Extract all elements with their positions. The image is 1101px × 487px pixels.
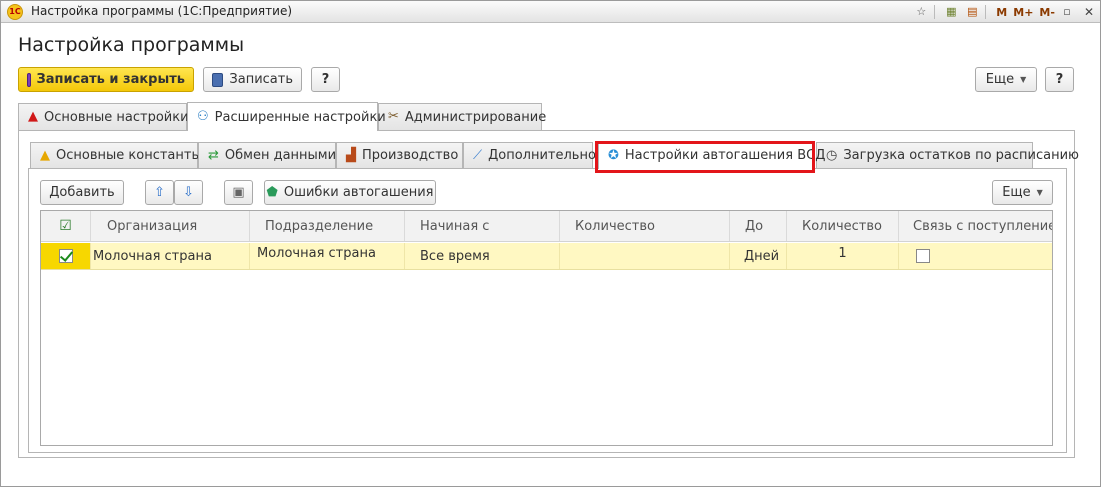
table-row[interactable]: Молочная страна Молочная страна Все врем… xyxy=(41,243,1052,270)
title-bar-tools: ☆ ▦ ▤ M M+ M- ▫ ✕ xyxy=(909,1,1100,23)
floppy-icon xyxy=(27,72,31,87)
highlight-frame xyxy=(595,141,815,173)
divider xyxy=(934,5,936,19)
chevron-down-icon: ▼ xyxy=(1036,188,1043,197)
save-label: Записать xyxy=(229,72,293,87)
tab-label: Администрирование xyxy=(404,109,547,125)
arrow-up-icon: ⇧ xyxy=(154,185,165,200)
warning-icon: ▲ xyxy=(28,109,38,124)
subtab-basic-constants[interactable]: ▲ Основные константы xyxy=(30,142,202,168)
table-header: ☑ Организация Подразделение Начиная с Ко… xyxy=(41,211,1052,242)
column-until[interactable]: До xyxy=(730,211,787,241)
move-up-button[interactable]: ⇧ xyxy=(145,180,174,205)
exchange-icon: ⇄ xyxy=(208,147,219,163)
column-department[interactable]: Подразделение xyxy=(250,211,405,241)
more-label: Еще xyxy=(985,72,1015,87)
subtab-label: Обмен данными xyxy=(224,148,337,163)
column-quantity-until[interactable]: Количество xyxy=(787,211,899,241)
calculator-icon[interactable]: ▦ xyxy=(942,4,960,20)
chevron-down-icon: ▼ xyxy=(1020,75,1027,84)
calendar-icon[interactable]: ▤ xyxy=(963,4,981,20)
autoclose-errors-label: Ошибки автогашения xyxy=(283,185,434,200)
more-button[interactable]: Еще ▼ xyxy=(975,67,1037,92)
subtab-scheduled-balance-load[interactable]: ◷ Загрузка остатков по расписанию xyxy=(816,142,1079,168)
cell-starting-from[interactable]: Все время xyxy=(405,243,560,269)
save-and-close-label: Записать и закрыть xyxy=(36,72,185,87)
subtab-label: Дополнительно xyxy=(488,148,596,163)
subtab-additional[interactable]: ⟋ Дополнительно xyxy=(463,142,596,168)
window-title: Настройка программы (1С:Предприятие) xyxy=(31,4,293,18)
memory-button[interactable]: M xyxy=(996,6,1007,19)
subtab-label: Загрузка остатков по расписанию xyxy=(843,148,1080,163)
move-down-button[interactable]: ⇩ xyxy=(174,180,203,205)
settings-table: ☑ Организация Подразделение Начиная с Ко… xyxy=(40,210,1053,446)
cell-quantity-until[interactable]: 1 xyxy=(787,243,899,269)
floppy-icon xyxy=(212,72,224,87)
cell-department[interactable]: Молочная страна xyxy=(250,243,405,269)
syringe-icon: ⟋ xyxy=(473,147,483,163)
help-button-right[interactable]: ? xyxy=(1045,67,1074,92)
tab-administration[interactable]: ✂ Администрирование xyxy=(378,103,546,130)
column-enabled[interactable]: ☑ xyxy=(41,211,91,241)
cell-organization[interactable]: Молочная страна xyxy=(91,243,250,269)
shield-icon: ⬟ xyxy=(266,184,278,200)
tab-advanced-settings[interactable]: ⚇ Расширенные настройки xyxy=(187,102,386,131)
table-more-button[interactable]: Еще ▼ xyxy=(992,180,1053,205)
1c-logo-icon: 1С xyxy=(7,4,23,20)
subtab-data-exchange[interactable]: ⇄ Обмен данными xyxy=(198,142,336,168)
warning-icon: ▲ xyxy=(40,147,50,163)
page-title: Настройка программы xyxy=(18,34,245,56)
column-quantity-from[interactable]: Количество xyxy=(560,211,730,241)
tab-label: Расширенные настройки xyxy=(214,109,386,125)
column-link-to-receipt[interactable]: Связь с поступлением xyxy=(899,211,1052,241)
checkbox-list-icon: ☑ xyxy=(59,218,72,234)
memory-plus-button[interactable]: M+ xyxy=(1013,6,1033,19)
arrow-down-icon: ⇩ xyxy=(183,185,194,200)
app-window: 1С Настройка программы (1С:Предприятие) … xyxy=(0,0,1101,487)
subtab-production[interactable]: ▟ Производство xyxy=(336,142,463,168)
row-enabled-cell[interactable] xyxy=(41,243,91,269)
cell-until[interactable]: Дней xyxy=(730,243,787,269)
tab-label: Основные настройки xyxy=(44,109,189,125)
subtab-label: Производство xyxy=(362,148,459,163)
minimize-icon[interactable]: ▫ xyxy=(1058,4,1076,20)
divider xyxy=(985,5,987,19)
link-to-receipt-checkbox[interactable] xyxy=(916,249,930,263)
clock-icon: ◷ xyxy=(826,147,838,163)
memory-minus-button[interactable]: M- xyxy=(1039,6,1055,19)
help-button[interactable]: ? xyxy=(311,67,340,92)
table-more-label: Еще xyxy=(1002,185,1031,200)
column-starting-from[interactable]: Начиная с xyxy=(405,211,560,241)
star-icon[interactable]: ☆ xyxy=(912,4,930,20)
tab-main-settings[interactable]: ▲ Основные настройки xyxy=(18,103,189,130)
tools-icon: ✂ xyxy=(388,109,399,124)
settings-button[interactable]: ▣ xyxy=(224,180,253,205)
network-icon: ⚇ xyxy=(197,109,209,124)
factory-icon: ▟ xyxy=(346,147,356,163)
enabled-checkbox[interactable] xyxy=(58,249,73,263)
save-and-close-button[interactable]: Записать и закрыть xyxy=(18,67,194,92)
column-organization[interactable]: Организация xyxy=(91,211,250,241)
disk-settings-icon: ▣ xyxy=(232,185,245,200)
title-bar: 1С Настройка программы (1С:Предприятие) … xyxy=(1,1,1100,23)
subtab-label: Основные константы xyxy=(56,148,202,163)
add-button[interactable]: Добавить xyxy=(40,180,124,205)
cell-link-to-receipt[interactable] xyxy=(899,243,1052,269)
cell-quantity-from[interactable] xyxy=(560,243,730,269)
close-icon[interactable]: ✕ xyxy=(1084,5,1094,19)
autoclose-errors-button[interactable]: ⬟ Ошибки автогашения xyxy=(264,180,436,205)
save-button[interactable]: Записать xyxy=(203,67,302,92)
